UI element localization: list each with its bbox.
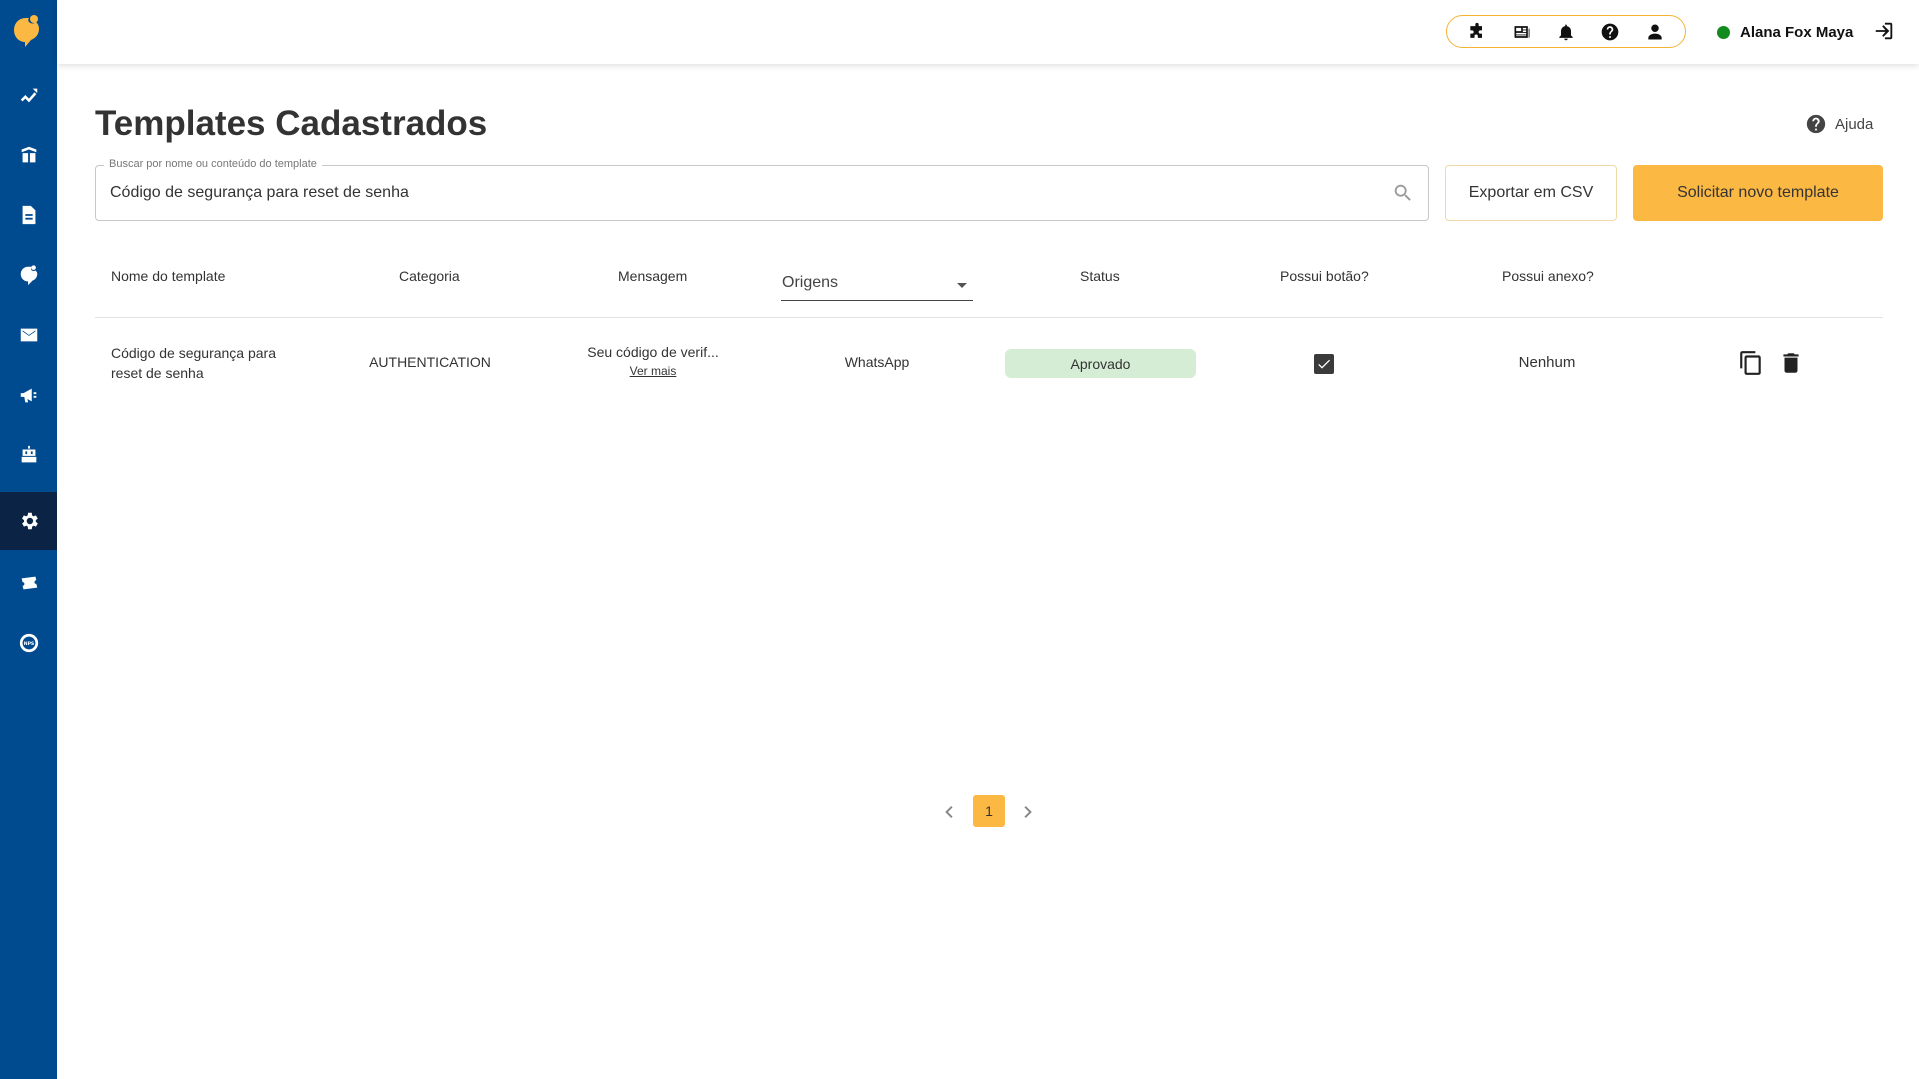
column-header-status: Status [1080, 268, 1120, 284]
integrations-button[interactable] [1463, 18, 1491, 46]
template-message-preview: Seu código de verif... [587, 344, 719, 360]
notifications-button[interactable] [1552, 18, 1580, 46]
pagination-next-button[interactable] [1017, 800, 1037, 824]
delete-template-button[interactable] [1778, 350, 1804, 376]
sidebar-item-nps[interactable]: NPS [0, 614, 57, 672]
sidebar: NPS [0, 0, 57, 1079]
search-field: Buscar por nome ou conteúdo do template [95, 158, 1429, 221]
logout-button[interactable] [1873, 20, 1899, 46]
copy-template-button[interactable] [1738, 350, 1764, 376]
column-header-has-button: Possui botão? [1280, 268, 1369, 284]
buildings-icon [21, 146, 36, 163]
chevron-right-icon [1024, 806, 1032, 818]
newspaper-icon [1514, 25, 1530, 38]
see-more-link[interactable]: Ver mais [630, 364, 677, 378]
column-header-category: Categoria [399, 268, 460, 284]
template-category: AUTHENTICATION [369, 354, 491, 370]
help-label: Ajuda [1835, 115, 1874, 133]
app-logo-icon[interactable] [12, 14, 42, 48]
sidebar-item-tickets[interactable] [0, 554, 57, 612]
profile-button[interactable] [1641, 18, 1669, 46]
template-attachment: Nenhum [1518, 354, 1576, 371]
pagination-prev-button[interactable] [940, 800, 960, 824]
search-legend: Buscar por nome ou conteúdo do template [104, 158, 322, 170]
page-title: Templates Cadastrados [95, 104, 488, 143]
news-button[interactable] [1508, 18, 1536, 46]
origins-select[interactable]: Origens [781, 271, 973, 301]
document-icon [22, 205, 35, 225]
help-circle-icon [1806, 114, 1826, 134]
settings-icon [21, 512, 38, 530]
toolbar-pill [1446, 15, 1686, 48]
help-button[interactable] [1596, 18, 1624, 46]
analytics-icon [20, 88, 37, 103]
checkmark-icon [1318, 359, 1330, 369]
request-new-template-button[interactable]: Solicitar novo template [1633, 165, 1883, 221]
has-button-checkbox[interactable] [1314, 354, 1334, 374]
user-info[interactable]: Alana Fox Maya [1717, 20, 1853, 44]
column-header-name: Nome do template [111, 268, 226, 284]
template-message: Seu código de verif... Ver mais [553, 343, 753, 378]
nps-icon: NPS [19, 633, 38, 653]
sidebar-item-campaigns[interactable] [0, 366, 57, 424]
template-name: Código de segurança para reset de senha [111, 345, 277, 381]
logout-icon [1875, 22, 1893, 40]
mail-icon [20, 328, 37, 342]
caret-down-icon [957, 283, 967, 288]
sidebar-item-buildings[interactable] [0, 126, 57, 184]
pagination-page-current[interactable]: 1 [973, 795, 1005, 827]
column-header-message: Mensagem [618, 268, 688, 284]
megaphone-icon [20, 388, 36, 403]
column-header-has-attachment: Possui anexo? [1502, 268, 1594, 284]
chevron-left-icon [945, 806, 953, 818]
trash-icon [1783, 353, 1799, 373]
table-divider [95, 317, 1883, 318]
sidebar-item-chat[interactable] [0, 246, 57, 304]
search-icon[interactable] [1392, 182, 1414, 204]
user-name: Alana Fox Maya [1740, 23, 1854, 41]
svg-text:NPS: NPS [23, 641, 33, 647]
ticket-icon [21, 576, 37, 590]
sidebar-item-bots[interactable] [0, 426, 57, 484]
sidebar-item-mail[interactable] [0, 306, 57, 364]
bell-icon [1559, 24, 1573, 40]
status-badge: Aprovado [1005, 349, 1196, 378]
help-link[interactable]: Ajuda [1805, 113, 1873, 135]
search-input[interactable] [110, 184, 1360, 202]
export-csv-button[interactable]: Exportar em CSV [1445, 165, 1617, 221]
sidebar-item-analytics[interactable] [0, 66, 57, 124]
puzzle-icon [1470, 22, 1483, 38]
sidebar-item-settings[interactable] [0, 492, 57, 550]
copy-icon [1740, 351, 1761, 375]
user-icon [1648, 24, 1662, 39]
topbar: Alana Fox Maya [57, 0, 1919, 64]
origins-select-label: Origens [782, 274, 839, 291]
help-circle-icon [1602, 23, 1619, 40]
sidebar-item-documents[interactable] [0, 186, 57, 244]
robot-icon [21, 445, 36, 463]
online-status-dot [1717, 25, 1730, 39]
template-origin: WhatsApp [844, 354, 910, 370]
chat-logo-icon [20, 265, 37, 286]
